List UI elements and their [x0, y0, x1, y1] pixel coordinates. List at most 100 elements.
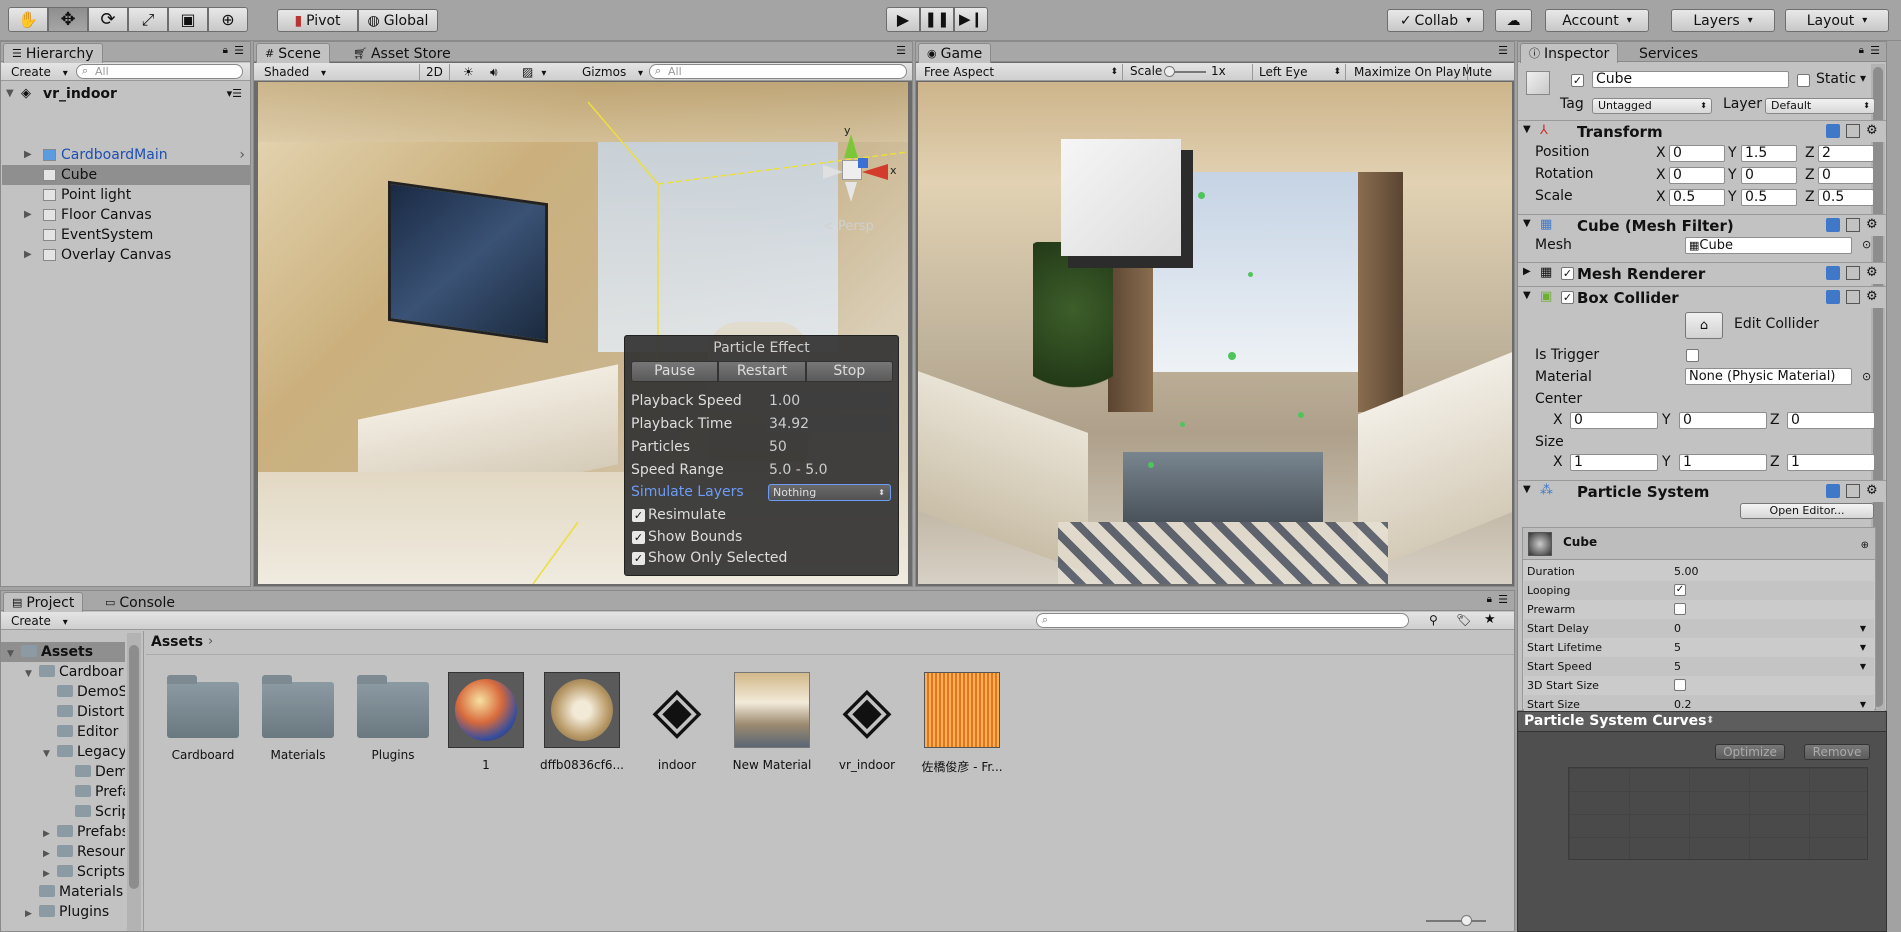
- static-dropdown-icon[interactable]: ▾: [1860, 71, 1866, 85]
- layer-dropdown[interactable]: Default ⬍: [1765, 98, 1875, 114]
- position-y-axis-label[interactable]: Y: [1728, 145, 1737, 161]
- remove-button[interactable]: Remove: [1804, 744, 1870, 760]
- breadcrumb-assets[interactable]: Assets: [151, 634, 203, 650]
- tab-inspector[interactable]: ⓘ Inspector: [1520, 43, 1619, 63]
- position-x-axis-label[interactable]: X: [1656, 145, 1666, 161]
- open-editor-button[interactable]: Open Editor...: [1740, 503, 1874, 519]
- enabled-checkbox[interactable]: ✓: [1561, 267, 1574, 280]
- foldout-closed-icon[interactable]: ▶: [24, 205, 32, 225]
- optimize-button[interactable]: Optimize: [1715, 744, 1785, 760]
- maximize-on-play-toggle[interactable]: Maximize On Play: [1348, 64, 1468, 80]
- layers-dropdown[interactable]: Layers: [1671, 9, 1775, 32]
- particle-property-value[interactable]: 5: [1674, 638, 1681, 657]
- lock-icon[interactable]: 🔒︎: [223, 45, 228, 56]
- particle-property-checkbox[interactable]: ✓: [1674, 584, 1686, 596]
- transform-header[interactable]: ▼ ⅄ Transform ⚙: [1518, 120, 1886, 142]
- checkbox-checked[interactable]: ✓: [632, 508, 645, 522]
- is-trigger-checkbox[interactable]: [1686, 349, 1699, 362]
- hierarchy-item[interactable]: Point light: [2, 185, 251, 205]
- lock-icon[interactable]: 🔒︎: [1859, 45, 1864, 56]
- particle-property-row[interactable]: Start Speed 5 ▼: [1524, 657, 1874, 676]
- tag-dropdown[interactable]: Untagged ⬍: [1592, 98, 1712, 114]
- hierarchy-item[interactable]: EventSystem: [2, 225, 251, 245]
- rotation-z-axis-label[interactable]: Z: [1805, 167, 1815, 183]
- center-z-axis-label[interactable]: Z: [1770, 412, 1780, 428]
- scene-menu-icon[interactable]: ▾☰: [227, 84, 242, 104]
- playback-time-field[interactable]: 34.92: [766, 415, 892, 433]
- project-tree-item[interactable]: ▶ Prefabs: [1, 822, 125, 842]
- gizmos-dropdown[interactable]: Gizmos: [576, 64, 649, 80]
- rotation-y-axis-label[interactable]: Y: [1728, 167, 1737, 183]
- tab-console[interactable]: ▭ Console: [96, 592, 184, 612]
- add-icon[interactable]: ⊕: [1861, 540, 1869, 551]
- scale-z-field[interactable]: 0.5: [1818, 189, 1874, 206]
- scale-x-field[interactable]: 0.5: [1669, 189, 1725, 206]
- dropdown-arrow-icon[interactable]: ▼: [1860, 619, 1866, 638]
- material-field[interactable]: None (Physic Material): [1685, 368, 1852, 385]
- mesh-field[interactable]: ▦Cube: [1685, 237, 1852, 254]
- gear-icon[interactable]: ⚙: [1866, 266, 1880, 280]
- panel-menu-icon[interactable]: ☰: [234, 44, 244, 57]
- center-y-axis-label[interactable]: Y: [1662, 412, 1671, 428]
- foldout-open-icon[interactable]: ▼: [25, 664, 39, 682]
- curve-grid[interactable]: [1568, 767, 1868, 860]
- effects-dropdown[interactable]: ▨: [516, 64, 552, 80]
- asset-item[interactable]: 1: [441, 670, 531, 772]
- preset-icon[interactable]: [1846, 124, 1860, 138]
- project-tree-item[interactable]: ▼ Assets: [1, 642, 125, 662]
- particle-property-value[interactable]: 5.00: [1674, 562, 1699, 581]
- rotation-x-field[interactable]: 0: [1669, 167, 1725, 184]
- shading-dropdown[interactable]: Shaded: [258, 64, 408, 80]
- foldout-open-icon[interactable]: ▼: [6, 84, 14, 104]
- checkbox-checked[interactable]: ✓: [632, 530, 645, 544]
- help-icon[interactable]: [1826, 218, 1840, 232]
- account-dropdown[interactable]: Account: [1545, 9, 1649, 32]
- mesh-filter-header[interactable]: ▼ ▦ Cube (Mesh Filter) ⚙: [1518, 214, 1886, 236]
- panel-menu-icon[interactable]: ☰: [1870, 44, 1880, 57]
- panel-menu-icon[interactable]: ☰: [1498, 44, 1508, 57]
- particle-property-checkbox[interactable]: [1674, 679, 1686, 691]
- position-y-field[interactable]: 1.5: [1741, 145, 1797, 162]
- transform-icon[interactable]: ⊕: [208, 7, 248, 32]
- mesh-renderer-header[interactable]: ▶ ▦ ✓ Mesh Renderer ⚙: [1518, 262, 1886, 284]
- aspect-dropdown[interactable]: Free Aspect ⬍: [918, 64, 1123, 80]
- foldout-closed-icon[interactable]: ▶: [24, 145, 32, 165]
- project-search-input[interactable]: [1036, 613, 1409, 628]
- hierarchy-create-button[interactable]: Create: [5, 64, 74, 80]
- center-z-field[interactable]: 0: [1787, 412, 1875, 429]
- help-icon[interactable]: [1826, 266, 1840, 280]
- scale-z-axis-label[interactable]: Z: [1805, 189, 1815, 205]
- size-x-field[interactable]: 1: [1570, 454, 1658, 471]
- mode-2d-button[interactable]: 2D: [419, 64, 450, 80]
- foldout-closed-icon[interactable]: ▶: [43, 864, 57, 882]
- asset-item[interactable]: Plugins: [348, 670, 438, 762]
- panel-menu-icon[interactable]: ☰: [1498, 593, 1508, 606]
- favorite-icon[interactable]: ★: [1484, 612, 1496, 627]
- show-only-selected-toggle[interactable]: ✓ Show Only Selected: [632, 550, 787, 566]
- lock-icon[interactable]: 🔒︎: [1487, 594, 1492, 605]
- pivot-button[interactable]: ▮ Pivot: [277, 9, 358, 32]
- particle-property-checkbox[interactable]: [1674, 603, 1686, 615]
- playback-speed-field[interactable]: 1.00: [766, 392, 892, 410]
- global-button[interactable]: ◍ Global: [358, 9, 438, 32]
- particle-property-value[interactable]: 5: [1674, 657, 1681, 676]
- filter-label-icon[interactable]: 🏷︎: [1456, 613, 1471, 627]
- preset-icon[interactable]: [1846, 266, 1860, 280]
- project-tree-item[interactable]: Distort: [1, 702, 125, 722]
- tab-game[interactable]: ◉ Game: [918, 43, 992, 63]
- tab-services[interactable]: Services: [1630, 43, 1707, 63]
- hierarchy-item[interactable]: ▶ Overlay Canvas: [2, 245, 251, 265]
- preset-icon[interactable]: [1846, 484, 1860, 498]
- hierarchy-search-input[interactable]: All: [76, 64, 243, 79]
- slider-thumb[interactable]: [1461, 915, 1472, 926]
- particle-property-row[interactable]: Start Delay 0 ▼: [1524, 619, 1874, 638]
- game-viewport[interactable]: [918, 82, 1512, 584]
- size-x-axis-label[interactable]: X: [1553, 454, 1563, 470]
- dropdown-arrow-icon[interactable]: ▼: [1860, 638, 1866, 657]
- dropdown-arrow-icon[interactable]: ▼: [1860, 657, 1866, 676]
- tree-scrollbar[interactable]: [127, 633, 141, 931]
- scene-gizmo[interactable]: y x: [818, 124, 898, 210]
- mute-audio-toggle[interactable]: Mute Aud: [1456, 64, 1514, 80]
- asset-item[interactable]: 佐橋俊彦 - Fr...: [917, 670, 1007, 775]
- asset-item[interactable]: ◈ vr_indoor: [822, 670, 912, 772]
